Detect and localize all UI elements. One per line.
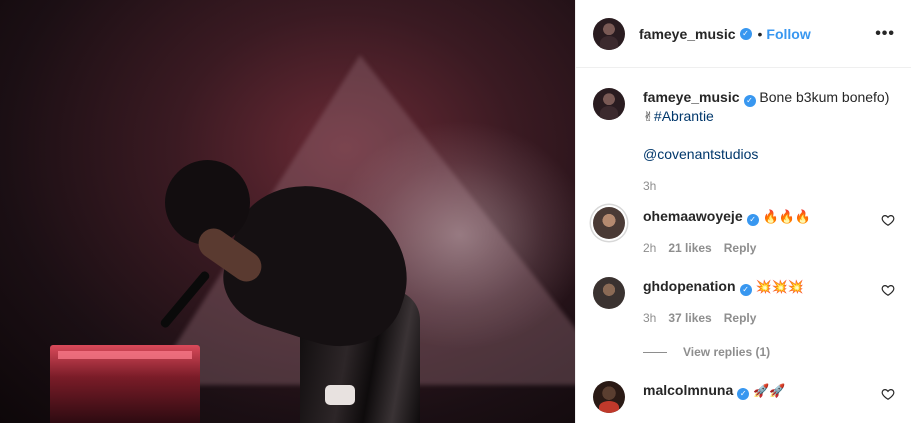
more-options-icon[interactable]: ••• [875, 25, 895, 43]
author-username[interactable]: fameye_music [639, 26, 736, 42]
commenter-avatar[interactable] [593, 207, 625, 239]
caption-timestamp[interactable]: 3h [643, 177, 656, 195]
verified-badge-icon: ✓ [739, 27, 752, 40]
comment-text: 💥💥💥 [755, 280, 804, 295]
post-photo[interactable] [0, 0, 575, 423]
caption-hashtag[interactable]: #Abrantie [654, 108, 714, 124]
author-avatar[interactable] [593, 17, 625, 50]
comment-row: ghdopenation ✓ 💥💥💥 3h 37 likes Reply [593, 277, 895, 327]
verified-badge-icon: ✓ [737, 388, 750, 400]
post-panel: fameye_music ✓ • Follow ••• fameye_music… [575, 0, 911, 423]
heart-icon[interactable] [881, 387, 895, 401]
comment-row: ohemaawoyeje ✓ 🔥🔥🔥 2h 21 likes Reply [593, 207, 895, 257]
commenter-avatar[interactable] [593, 381, 625, 413]
view-replies-button[interactable]: View replies (1) [643, 345, 895, 359]
separator-dot: • [757, 25, 763, 42]
caption-avatar[interactable] [593, 88, 625, 120]
comment-row: malcolmnuna ✓ 🚀🚀 [593, 381, 895, 413]
verified-badge-icon: ✓ [739, 284, 752, 296]
comment-text: 🔥🔥🔥 [762, 210, 812, 225]
heart-icon[interactable] [881, 283, 895, 297]
reply-button[interactable]: Reply [724, 239, 757, 257]
comment-text: 🚀🚀 [753, 384, 786, 399]
caption-text: Bone b3kum bonefo) [759, 89, 890, 105]
commenter-username[interactable]: malcolmnuna [643, 382, 733, 398]
caption: fameye_music ✓ Bone b3kum bonefo) ✌#Abrant… [593, 88, 895, 195]
comment-likes[interactable]: 21 likes [668, 239, 711, 257]
commenter-username[interactable]: ohemaawoyeje [643, 208, 743, 224]
comments-list: fameye_music ✓ Bone b3kum bonefo)✌#Abrant… [576, 68, 911, 413]
reply-button[interactable]: Reply [724, 309, 757, 327]
caption-mention[interactable]: @covenantstudios [643, 146, 758, 162]
comment-likes[interactable]: 37 likes [668, 309, 711, 327]
commenter-username[interactable]: ghdopenation [643, 278, 736, 294]
verified-badge-icon: ✓ [743, 95, 756, 107]
comment-timestamp[interactable]: 3h [643, 309, 656, 327]
victory-hand-emoji: ✌ [643, 110, 654, 125]
view-replies-label: View replies (1) [683, 345, 771, 359]
follow-button[interactable]: Follow [766, 26, 810, 42]
replies-divider [643, 351, 667, 353]
comment-timestamp[interactable]: 2h [643, 239, 656, 257]
performer-shoe [325, 385, 355, 405]
post-header: fameye_music ✓ • Follow ••• [576, 0, 911, 68]
caption-username[interactable]: fameye_music [643, 89, 740, 105]
stage-monitor [50, 345, 200, 423]
verified-badge-icon: ✓ [746, 214, 759, 226]
heart-icon[interactable] [881, 213, 895, 227]
commenter-avatar[interactable] [593, 277, 625, 309]
